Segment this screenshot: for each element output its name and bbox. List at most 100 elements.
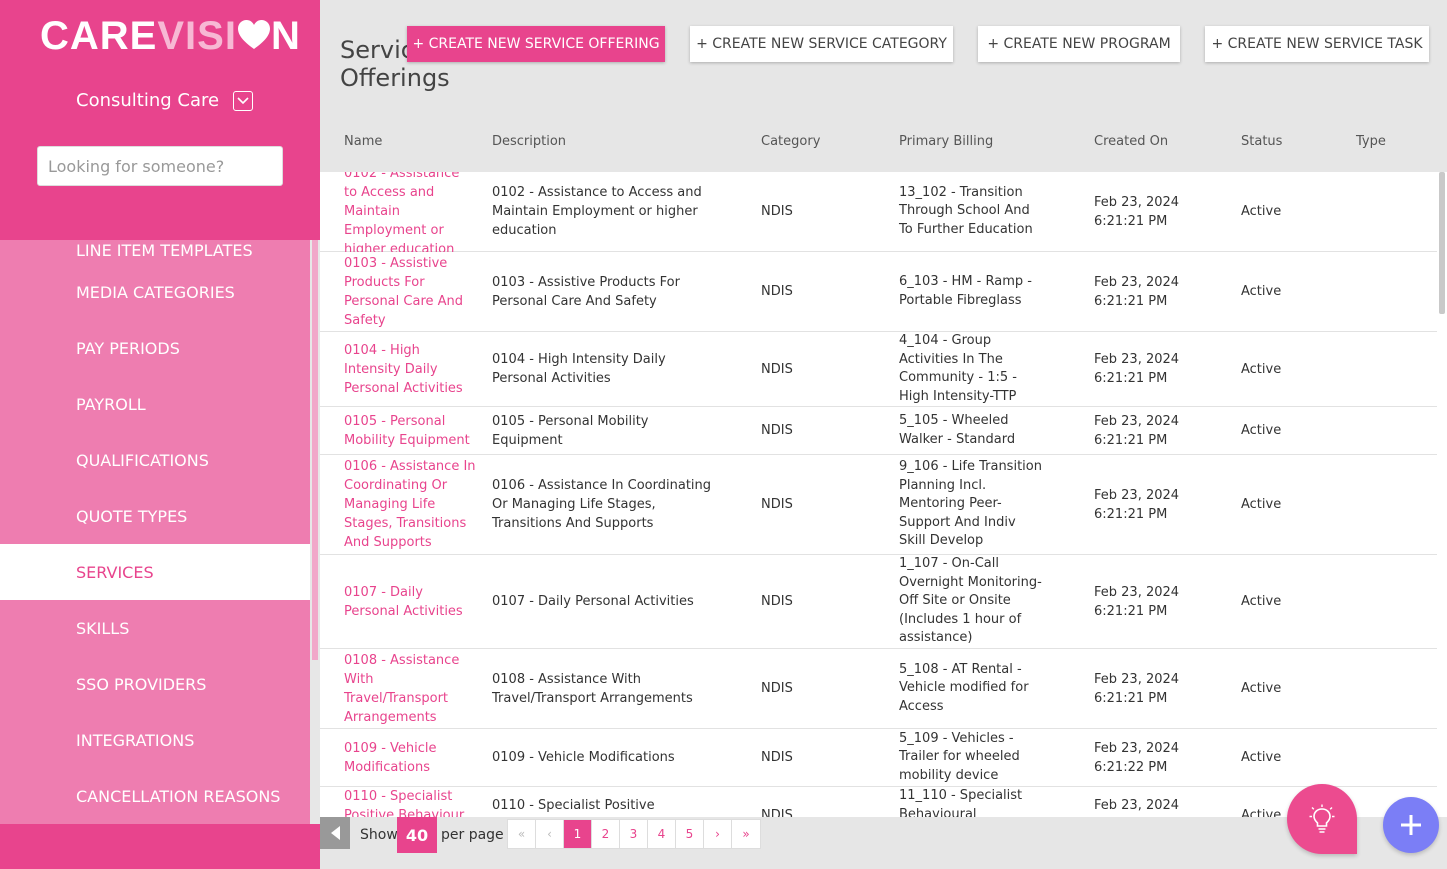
service-category: NDIS [761, 750, 793, 765]
sidebar-item-qualifications[interactable]: QUALIFICATIONS [0, 432, 310, 488]
service-status: Active [1241, 423, 1282, 438]
show-label: Show [360, 827, 398, 843]
sidebar-item-pay-periods[interactable]: PAY PERIODS [0, 320, 310, 376]
per-page-label: per page [441, 827, 504, 843]
service-created-on: Feb 23, 2024 6:21:21 PM [1094, 584, 1180, 619]
sidebar-item-label: MEDIA CATEGORIES [76, 282, 235, 302]
per-page-select[interactable]: 40 [397, 817, 437, 853]
service-name-link[interactable]: 0104 - High Intensity Daily Personal Act… [344, 332, 476, 406]
button-label: + CREATE NEW PROGRAM [987, 36, 1171, 52]
sidebar-item-services[interactable]: SERVICES [0, 544, 310, 600]
sidebar-item-media-categories[interactable]: MEDIA CATEGORIES [0, 264, 310, 320]
service-name-link[interactable]: 0107 - Daily Personal Activities [344, 555, 476, 648]
sidebar-item-payroll[interactable]: PAYROLL [0, 376, 310, 432]
last-page-button[interactable]: » [732, 820, 760, 848]
scrollbar-thumb[interactable] [312, 240, 318, 660]
service-name-link[interactable]: 0105 - Personal Mobility Equipment [344, 407, 476, 454]
table-row[interactable]: 0109 - Vehicle Modifications 0109 - Vehi… [320, 729, 1437, 787]
service-created-on: Feb 23, 2024 6:21:21 PM [1094, 274, 1180, 309]
service-name-link[interactable]: 0102 - Assistance to Access and Maintain… [344, 172, 476, 257]
column-header-type[interactable]: Type [1356, 134, 1386, 149]
sidebar-footer [0, 824, 320, 869]
sidebar: CAREVISIN Consulting Care LINE ITEM TEMP… [0, 0, 320, 869]
sidebar-scrollbar[interactable] [310, 240, 320, 824]
create-service-category-button[interactable]: + CREATE NEW SERVICE CATEGORY [690, 26, 953, 62]
service-status: Active [1241, 681, 1282, 696]
lightbulb-icon [1309, 804, 1335, 833]
sidebar-item-skills[interactable]: SKILLS [0, 600, 310, 656]
column-header-name[interactable]: Name [344, 134, 382, 149]
service-name-link[interactable]: 0106 - Assistance In Coordinating Or Man… [344, 455, 476, 554]
page-button-1[interactable]: 1 [564, 820, 592, 848]
service-description: 0108 - Assistance With Travel/Transport … [492, 671, 693, 706]
caret-left-icon [331, 826, 340, 840]
sidebar-header: CAREVISI N Consulting Care [0, 0, 320, 240]
column-header-category[interactable]: Category [761, 134, 820, 149]
service-primary-billing: 9_106 - Life Transition Planning Incl. M… [899, 459, 1042, 549]
table-row[interactable]: 0102 - Assistance to Access and Maintain… [320, 172, 1437, 257]
service-primary-billing: 4_104 - Group Activities In The Communit… [899, 333, 1017, 404]
heart-icon [237, 16, 271, 61]
page-button-5[interactable]: 5 [676, 820, 704, 848]
service-category: NDIS [761, 204, 793, 219]
sidebar-item-label: PAY PERIODS [76, 338, 180, 358]
service-category: NDIS [761, 808, 793, 817]
sidebar-item-label: QUALIFICATIONS [76, 450, 209, 470]
collapse-sidebar-button[interactable] [320, 817, 350, 849]
button-label: + CREATE NEW SERVICE OFFERING [412, 36, 660, 52]
sidebar-item-label: QUOTE TYPES [76, 506, 188, 526]
search-input[interactable] [37, 146, 283, 186]
tips-button[interactable] [1287, 784, 1357, 854]
column-header-status[interactable]: Status [1241, 134, 1282, 149]
table-row[interactable]: 0108 - Assistance With Travel/Transport … [320, 649, 1437, 729]
first-page-button[interactable]: « [508, 820, 536, 848]
service-status: Active [1241, 204, 1282, 219]
sidebar-item-quote-types[interactable]: QUOTE TYPES [0, 488, 310, 544]
column-header-description[interactable]: Description [492, 134, 566, 149]
sidebar-item-integrations[interactable]: INTEGRATIONS [0, 712, 310, 768]
sidebar-item-label: CANCELLATION REASONS [76, 786, 281, 806]
table-row[interactable]: 0110 - Specialist Positive Behaviour Sup… [320, 787, 1437, 817]
page-button-4[interactable]: 4 [648, 820, 676, 848]
column-header-created-on[interactable]: Created On [1094, 134, 1168, 149]
service-name-link[interactable]: 0109 - Vehicle Modifications [344, 729, 476, 786]
button-label: + CREATE NEW SERVICE CATEGORY [696, 36, 947, 52]
sidebar-item-cancellation-reasons[interactable]: CANCELLATION REASONS [0, 768, 310, 824]
organization-selector[interactable]: Consulting Care [76, 90, 254, 111]
scrollbar-thumb[interactable] [1439, 172, 1445, 314]
page-button-2[interactable]: 2 [592, 820, 620, 848]
create-program-button[interactable]: + CREATE NEW PROGRAM [978, 26, 1180, 62]
sidebar-item-sso-providers[interactable]: SSO PROVIDERS [0, 656, 310, 712]
service-created-on: Feb 23, 2024 6:21:21 PM [1094, 413, 1180, 448]
next-page-button[interactable]: › [704, 820, 732, 848]
table-row[interactable]: 0104 - High Intensity Daily Personal Act… [320, 332, 1437, 407]
table-row[interactable]: 0103 - Assistive Products For Personal C… [320, 252, 1437, 332]
table-row[interactable]: 0105 - Personal Mobility Equipment 0105 … [320, 407, 1437, 455]
add-button[interactable] [1383, 797, 1439, 853]
service-name-link[interactable]: 0103 - Assistive Products For Personal C… [344, 252, 476, 331]
service-primary-billing: 1_107 - On-Call Overnight Monitoring-Off… [899, 556, 1042, 646]
create-service-offering-button[interactable]: + CREATE NEW SERVICE OFFERING [407, 26, 665, 62]
chevron-down-icon [233, 90, 254, 111]
pagination-bar: Show 40 per page « ‹ 1 2 3 4 5 › » [320, 817, 1447, 869]
service-created-on: Feb 23, 2024 6:21:22 PM [1094, 740, 1180, 775]
service-name-link[interactable]: 0108 - Assistance With Travel/Transport … [344, 649, 476, 728]
sidebar-item-label: LINE ITEM TEMPLATES [76, 240, 253, 260]
table-row[interactable]: 0107 - Daily Personal Activities 0107 - … [320, 555, 1437, 649]
sidebar-item-label: SSO PROVIDERS [76, 674, 207, 694]
service-name-link[interactable]: 0110 - Specialist Positive Behaviour Sup… [344, 787, 476, 817]
pagination: « ‹ 1 2 3 4 5 › » [507, 819, 761, 849]
sidebar-nav: LINE ITEM TEMPLATES MEDIA CATEGORIES PAY… [0, 240, 320, 824]
column-header-primary-billing[interactable]: Primary Billing [899, 134, 993, 149]
create-service-task-button[interactable]: + CREATE NEW SERVICE TASK [1205, 26, 1429, 62]
sidebar-item-label: SERVICES [76, 562, 154, 582]
page-button-3[interactable]: 3 [620, 820, 648, 848]
service-primary-billing: 11_110 - Specialist Behavioural Interven… [899, 788, 1023, 817]
sidebar-item-label: PAYROLL [76, 394, 146, 414]
service-status: Active [1241, 594, 1282, 609]
main-content: Service Offerings + CREATE NEW SERVICE O… [320, 0, 1447, 869]
table-scrollbar[interactable] [1437, 172, 1447, 817]
prev-page-button[interactable]: ‹ [536, 820, 564, 848]
service-category: NDIS [761, 284, 793, 299]
table-row[interactable]: 0106 - Assistance In Coordinating Or Man… [320, 455, 1437, 555]
